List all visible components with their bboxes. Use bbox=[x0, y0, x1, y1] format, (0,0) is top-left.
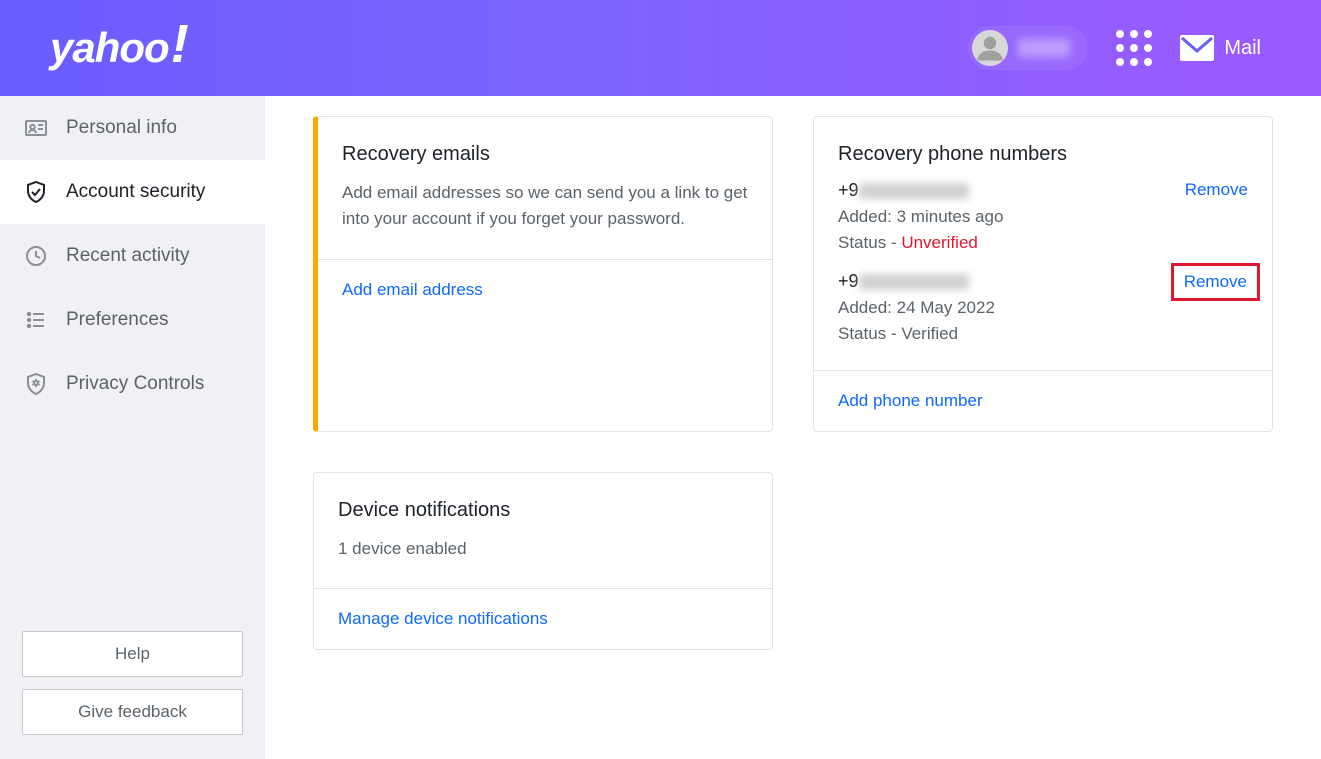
sidebar-item-label: Preferences bbox=[66, 309, 168, 331]
card-title: Recovery emails bbox=[342, 143, 748, 166]
card-title: Recovery phone numbers bbox=[838, 143, 1248, 166]
sidebar-item-recent-activity[interactable]: Recent activity bbox=[0, 224, 265, 288]
card-description: 1 device enabled bbox=[338, 536, 748, 562]
header-right: Mail bbox=[968, 26, 1261, 70]
clock-icon bbox=[24, 244, 48, 268]
recovery-phones-card: Recovery phone numbers +9 Added: 3 minut… bbox=[813, 116, 1273, 432]
add-email-link[interactable]: Add email address bbox=[342, 280, 483, 299]
sidebar-item-privacy-controls[interactable]: Privacy Controls bbox=[0, 352, 265, 416]
sidebar-item-personal-info[interactable]: Personal info bbox=[0, 96, 265, 160]
phone-entry: +9 Added: 24 May 2022 Status - Verified … bbox=[838, 271, 1248, 344]
recovery-emails-card: Recovery emails Add email addresses so w… bbox=[313, 116, 773, 432]
sidebar: Personal info Account security Recent ac… bbox=[0, 96, 265, 759]
card-title: Device notifications bbox=[338, 499, 748, 522]
sidebar-item-label: Privacy Controls bbox=[66, 373, 204, 395]
card-description: Add email addresses so we can send you a… bbox=[342, 180, 748, 233]
redacted bbox=[859, 183, 969, 199]
redacted bbox=[859, 274, 969, 290]
phone-entry: +9 Added: 3 minutes ago Status - Unverif… bbox=[838, 180, 1248, 253]
phone-status: Status - Verified bbox=[838, 324, 995, 344]
header: yahoo! Mail bbox=[0, 0, 1321, 96]
mail-label: Mail bbox=[1224, 37, 1261, 60]
apps-menu-icon[interactable] bbox=[1116, 30, 1152, 66]
phone-number: +9 bbox=[838, 180, 1003, 201]
sidebar-item-preferences[interactable]: Preferences bbox=[0, 288, 265, 352]
remove-highlight: Remove bbox=[1171, 263, 1260, 301]
yahoo-logo[interactable]: yahoo! bbox=[50, 24, 188, 72]
list-icon bbox=[24, 308, 48, 332]
sidebar-item-account-security[interactable]: Account security bbox=[0, 160, 265, 224]
phone-number: +9 bbox=[838, 271, 995, 292]
device-notifications-card: Device notifications 1 device enabled Ma… bbox=[313, 472, 773, 650]
phone-status: Status - Unverified bbox=[838, 233, 1003, 253]
account-menu[interactable] bbox=[968, 26, 1088, 70]
give-feedback-button[interactable]: Give feedback bbox=[22, 689, 243, 735]
mail-icon bbox=[1180, 35, 1214, 61]
mail-link[interactable]: Mail bbox=[1180, 35, 1261, 61]
sidebar-item-label: Account security bbox=[66, 181, 205, 203]
remove-phone-link[interactable]: Remove bbox=[1184, 272, 1247, 291]
id-card-icon bbox=[24, 116, 48, 140]
avatar-icon bbox=[972, 30, 1008, 66]
phone-added: Added: 3 minutes ago bbox=[838, 207, 1003, 227]
sidebar-item-label: Recent activity bbox=[66, 245, 190, 267]
phone-added: Added: 24 May 2022 bbox=[838, 298, 995, 318]
add-phone-link[interactable]: Add phone number bbox=[838, 391, 983, 410]
remove-phone-link[interactable]: Remove bbox=[1185, 180, 1248, 200]
account-name-redacted bbox=[1018, 39, 1070, 57]
content: Recovery emails Add email addresses so w… bbox=[265, 96, 1321, 759]
shield-check-icon bbox=[24, 180, 48, 204]
logo-text: yahoo bbox=[50, 24, 169, 72]
shield-gear-icon bbox=[24, 372, 48, 396]
help-button[interactable]: Help bbox=[22, 631, 243, 677]
manage-device-link[interactable]: Manage device notifications bbox=[338, 609, 548, 628]
sidebar-item-label: Personal info bbox=[66, 117, 177, 139]
